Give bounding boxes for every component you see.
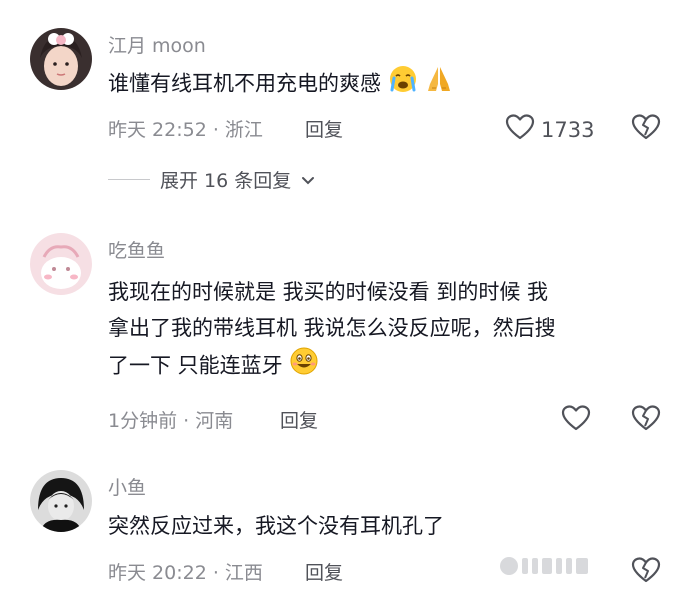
comment-text-line: 拿出了我的带线耳机 我说怎么没反应呢，然后搜 [108,316,556,340]
avatar[interactable] [30,233,92,295]
avatar[interactable] [30,28,92,90]
comment-text-line: 我现在的时候就是 我买的时候没看 到的时候 我 [108,280,549,304]
broken-heart-icon [631,114,661,145]
heart-icon [561,404,591,437]
comment-text: 谁懂有线耳机不用充电的爽感 [108,64,656,105]
like-count: 1733 [541,117,595,142]
comment-text-line-wrap: 了一下 只能连蓝牙 [108,346,656,387]
crying-face-icon [388,64,418,105]
avatar[interactable] [30,470,92,532]
praying-hands-icon [424,64,454,105]
expand-replies-button[interactable]: 展开 16 条回复 [108,166,315,193]
divider [108,179,150,180]
comment-text: 突然反应过来，我这个没有耳机孔了 [108,514,444,538]
like-button[interactable]: 1733 [505,113,594,146]
reply-button[interactable]: 回复 [280,406,318,433]
expand-replies-label: 展开 16 条回复 [160,170,292,192]
chevron-down-icon [301,169,315,191]
comment-time-location: 1分钟前 · 河南 [108,410,234,432]
comment-text-line: 了一下 只能连蓝牙 [108,353,283,378]
reply-button[interactable]: 回复 [305,558,343,585]
comment-time-location: 昨天 20:22 · 江西 [108,562,263,584]
like-button[interactable] [561,404,591,437]
comment-text: 我现在的时候就是 我买的时候没看 到的时候 我 拿出了我的带线耳机 我说怎么没反… [108,274,656,387]
comment-text-body: 谁懂有线耳机不用充电的爽感 [108,71,381,96]
comment-author[interactable]: 吃鱼鱼 [108,236,165,263]
broken-heart-icon [631,557,661,588]
comment-author[interactable]: 江月 moon [108,31,206,58]
dislike-button[interactable] [631,113,661,145]
grinning-face-icon [289,346,319,387]
comment-time-location: 昨天 22:52 · 浙江 [108,119,263,141]
comment-author[interactable]: 小鱼 [108,473,146,500]
dislike-button[interactable] [631,556,661,588]
reply-button[interactable]: 回复 [305,115,343,142]
dislike-button[interactable] [631,404,661,436]
watermark [500,557,588,575]
broken-heart-icon [631,405,661,436]
heart-icon [505,113,535,146]
